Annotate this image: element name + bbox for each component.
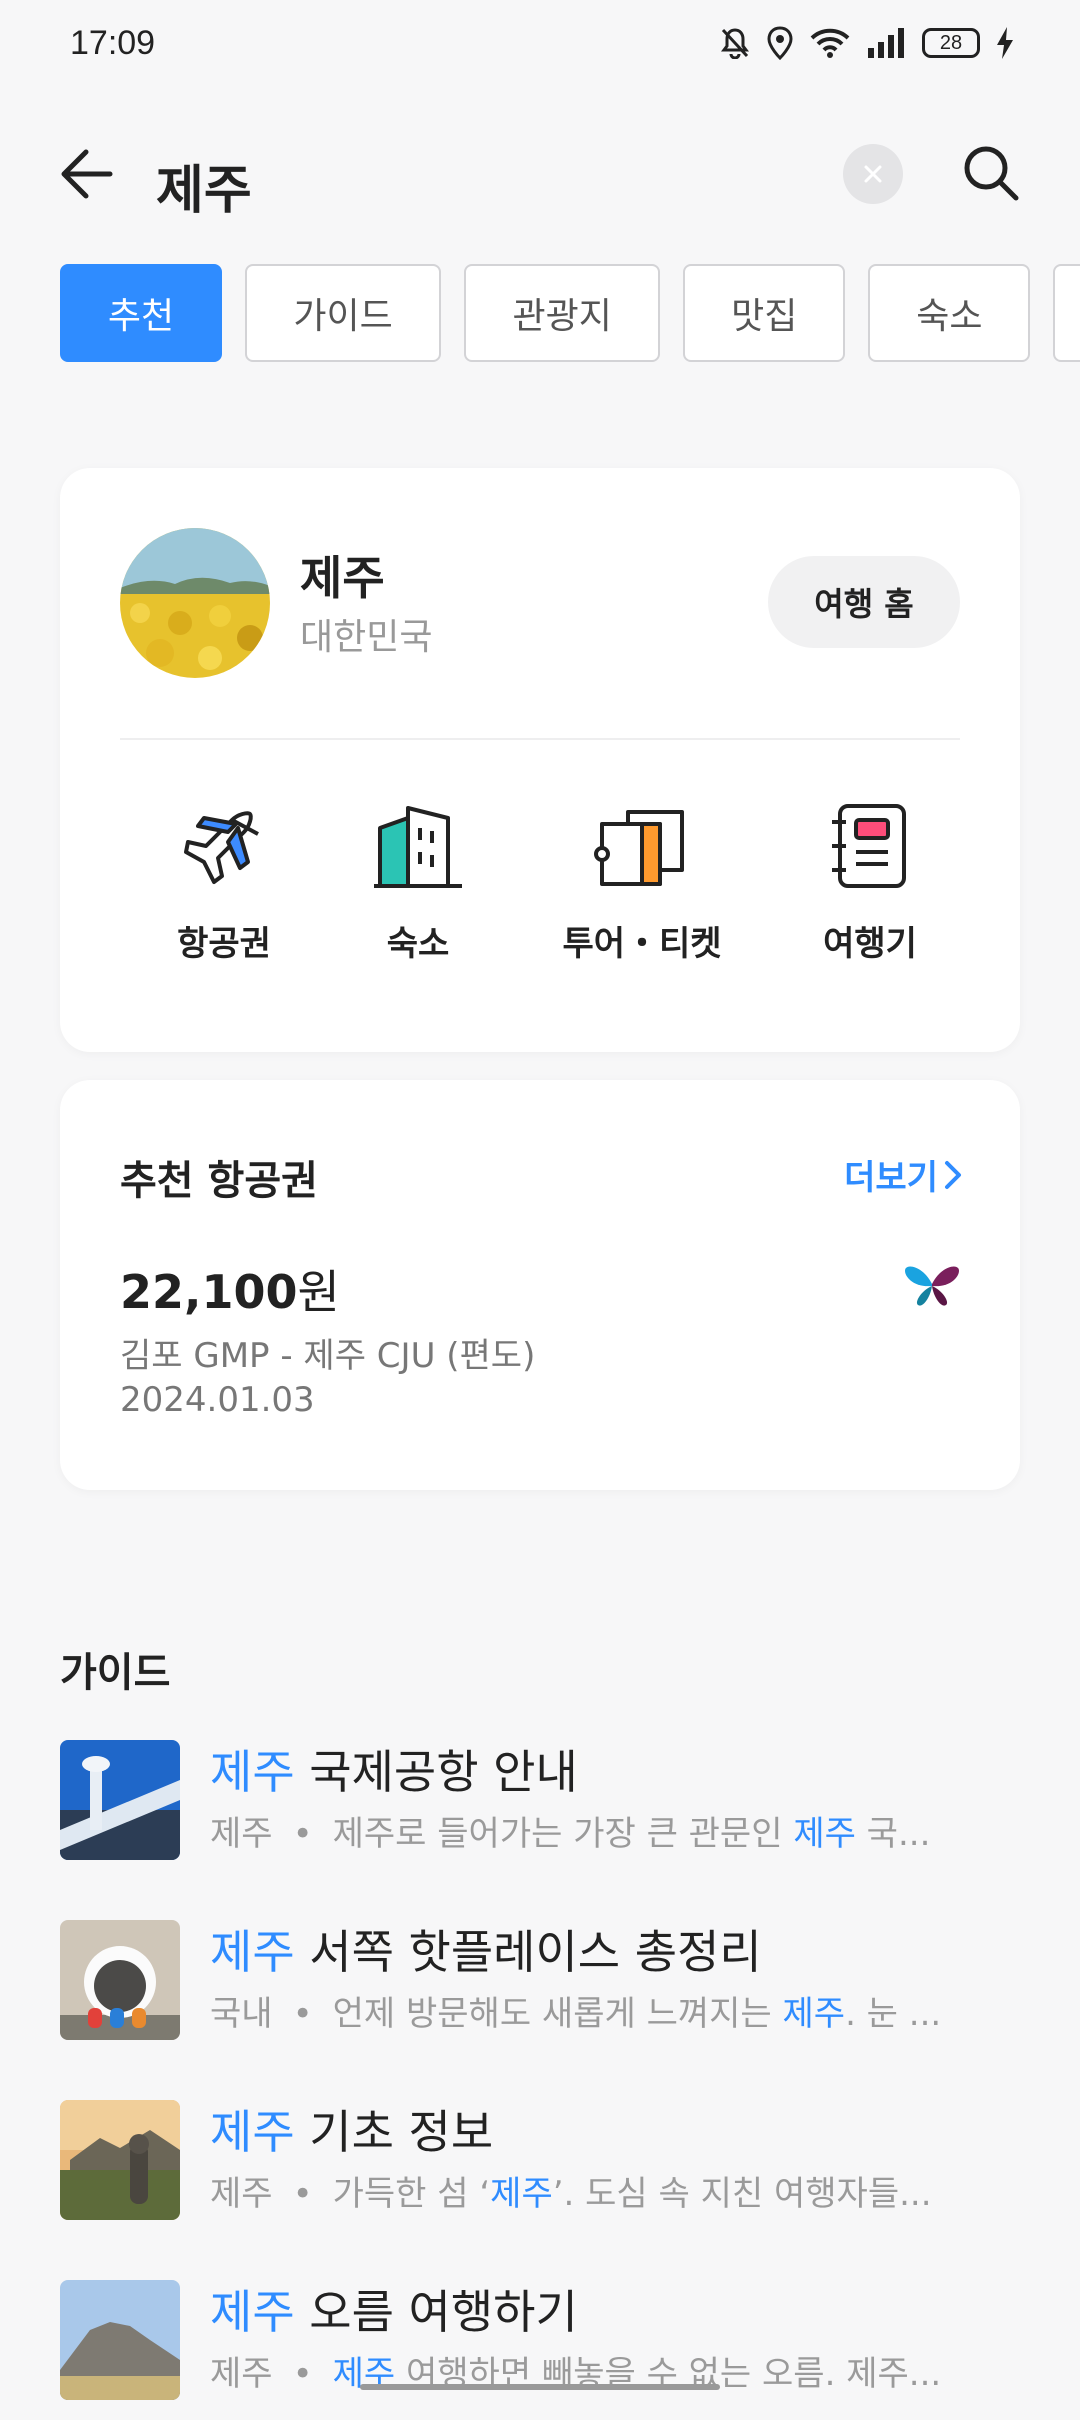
flight-date: 2024.01.03 <box>120 1380 315 1420</box>
guide-thumbnail <box>60 2280 180 2400</box>
tab-recommended[interactable]: 추천 <box>60 264 222 362</box>
guide-title-highlight: 제주 <box>210 2105 295 2159</box>
home-indicator[interactable] <box>360 2384 720 2390</box>
guide-thumbnail <box>60 1920 180 2040</box>
guide-subtitle: 제주 • 제주로 들어가는 가장 큰 관문인 제주 국... <box>210 1814 931 1854</box>
guide-title: 제주 국제공항 안내 <box>210 1736 578 1802</box>
notebook-icon <box>832 804 906 888</box>
guide-title-rest: 오름 여행하기 <box>294 2285 578 2339</box>
guide-desc-a: 언제 방문해도 새롭게 느껴지는 <box>332 1994 783 2034</box>
signal-icon <box>868 28 904 58</box>
service-travelogue[interactable]: 여행기 <box>770 798 970 998</box>
guide-title: 제주 기초 정보 <box>210 2096 493 2162</box>
guide-category: 제주 <box>210 2354 273 2394</box>
destination-card: 제주 대한민국 여행 홈 항공권 숙소 투어・티켓 여행기 <box>60 468 1020 1052</box>
guide-desc-b: . 눈 ... <box>845 1994 942 2034</box>
tab-more[interactable]: 맛 <box>1053 264 1080 362</box>
status-bar: 17:09 28 <box>0 0 1080 96</box>
battery-level: 28 <box>939 31 963 54</box>
close-icon <box>864 165 882 183</box>
charging-icon <box>997 27 1013 59</box>
clear-search-button[interactable] <box>843 144 903 204</box>
guide-item[interactable]: 제주 서쪽 핫플레이스 총정리 국내 • 언제 방문해도 새롭게 느껴지는 제주. … <box>60 1920 1020 2060</box>
search-button[interactable] <box>960 142 1022 204</box>
building-icon <box>374 806 462 888</box>
recommended-flight-card[interactable]: 추천 항공권 더보기 22,100원 김포 GMP - 제주 CJU (편도) … <box>60 1080 1020 1490</box>
service-tours-tickets[interactable]: 투어・티켓 <box>542 798 742 998</box>
flight-route: 김포 GMP - 제주 CJU (편도) <box>120 1336 536 1376</box>
guide-title-rest: 국제공항 안내 <box>294 1745 578 1799</box>
more-link[interactable]: 더보기 <box>844 1150 962 1199</box>
guide-title-highlight: 제주 <box>210 1745 295 1799</box>
travel-home-button[interactable]: 여행 홈 <box>768 556 960 648</box>
guide-title-rest: 서쪽 핫플레이스 총정리 <box>294 1925 762 1979</box>
divider <box>120 738 960 740</box>
guide-item[interactable]: 제주 오름 여행하기 제주 • 제주 여행하면 빼놓을 수 없는 오름. 제주... <box>60 2280 1020 2420</box>
guide-title: 제주 오름 여행하기 <box>210 2276 578 2342</box>
tab-guide[interactable]: 가이드 <box>245 264 442 362</box>
airplane-icon <box>184 811 259 884</box>
guide-title-rest: 기초 정보 <box>294 2105 494 2159</box>
flight-price: 22,100원 <box>120 1256 340 1322</box>
section-title: 추천 항공권 <box>120 1158 318 1204</box>
service-label: 여행기 <box>823 924 917 964</box>
guide-desc-highlight: 제주 <box>793 1814 856 1854</box>
guide-category: 제주 <box>210 2174 273 2214</box>
bell-off-icon <box>721 28 749 59</box>
service-label: 숙소 <box>386 924 450 964</box>
category-tabs: 추천 가이드 관광지 맛집 숙소 맛 <box>60 264 1080 366</box>
location-icon <box>767 26 793 60</box>
guide-title: 제주 서쪽 핫플레이스 총정리 <box>210 1916 762 1982</box>
guide-thumbnail <box>60 1740 180 1860</box>
ticket-icon <box>594 810 684 886</box>
back-button[interactable] <box>56 144 116 204</box>
chevron-right-icon <box>945 1160 961 1189</box>
guide-desc-b: 국... <box>855 1814 931 1854</box>
search-icon <box>964 146 1019 201</box>
tab-lodging[interactable]: 숙소 <box>868 264 1031 362</box>
status-icons: 28 <box>720 26 1014 60</box>
service-shortcuts: 항공권 숙소 투어・티켓 여행기 <box>120 798 980 998</box>
service-lodging[interactable]: 숙소 <box>318 798 518 998</box>
wifi-icon <box>810 28 850 58</box>
guide-title-highlight: 제주 <box>210 1925 295 1979</box>
guide-title-highlight: 제주 <box>210 2285 295 2339</box>
price-unit: 원 <box>297 1265 340 1319</box>
guide-desc-a: 제주로 들어가는 가장 큰 관문인 <box>332 1814 794 1854</box>
price-number: 22,100 <box>120 1265 298 1319</box>
guide-desc-b: ’. 도심 속 지친 여행자들... <box>552 2174 932 2214</box>
tab-attractions[interactable]: 관광지 <box>464 264 661 362</box>
destination-name: 제주 <box>300 551 385 605</box>
guide-item[interactable]: 제주 국제공항 안내 제주 • 제주로 들어가는 가장 큰 관문인 제주 국... <box>60 1740 1020 1880</box>
destination-country: 대한민국 <box>300 617 433 658</box>
guide-desc-highlight: 제주 <box>490 2174 553 2214</box>
service-label: 항공권 <box>177 924 271 964</box>
search-header: 제주 <box>0 110 1080 240</box>
service-flights[interactable]: 항공권 <box>124 798 324 998</box>
destination-photo <box>120 528 270 678</box>
guide-item[interactable]: 제주 기초 정보 제주 • 가득한 섬 ‘제주’. 도심 속 지친 여행자들... <box>60 2100 1020 2240</box>
airline-logo-icon <box>905 1266 959 1306</box>
battery-icon: 28 <box>922 28 980 58</box>
guide-section-title: 가이드 <box>60 1650 171 1696</box>
guide-category: 국내 <box>210 1994 273 2034</box>
guide-subtitle: 제주 • 가득한 섬 ‘제주’. 도심 속 지친 여행자들... <box>210 2174 932 2214</box>
guide-desc-a: 가득한 섬 ‘ <box>332 2174 491 2214</box>
arrow-left-icon <box>61 149 113 199</box>
status-time: 17:09 <box>70 24 156 62</box>
guide-desc-highlight: 제주 <box>782 1994 846 2034</box>
guide-subtitle: 국내 • 언제 방문해도 새롭게 느껴지는 제주. 눈 ... <box>210 1994 942 2034</box>
more-label: 더보기 <box>844 1158 938 1198</box>
search-query[interactable]: 제주 <box>156 148 252 223</box>
tab-restaurants[interactable]: 맛집 <box>683 264 846 362</box>
guide-thumbnail <box>60 2100 180 2220</box>
service-label: 투어・티켓 <box>562 924 722 964</box>
guide-category: 제주 <box>210 1814 273 1854</box>
